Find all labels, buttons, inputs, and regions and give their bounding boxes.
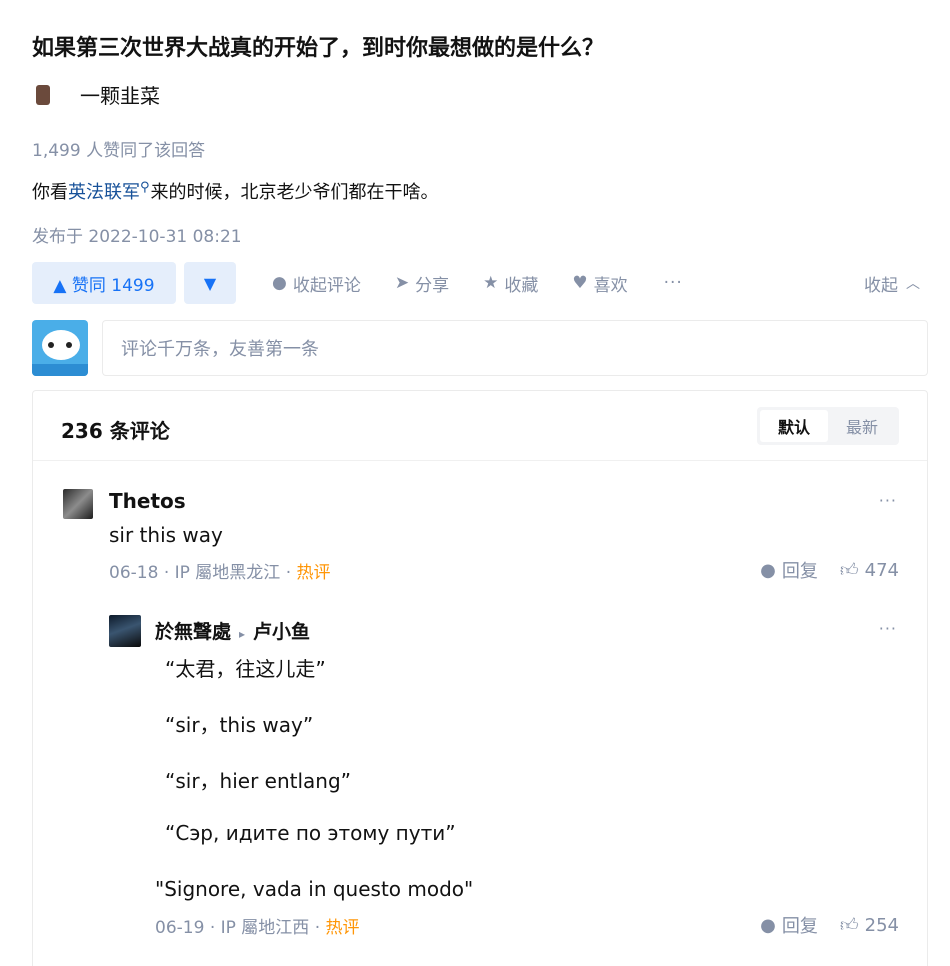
like-count: 254 — [864, 914, 899, 936]
comment-date: 06-19 — [155, 918, 205, 938]
comment-bubble-icon: ● — [760, 559, 776, 581]
collapse-label: 收起 — [864, 275, 898, 296]
comment-bubble-icon: ● — [272, 273, 287, 293]
paper-plane-icon: ➤ — [394, 273, 410, 293]
comment-line: "Signore, vada in questo modo" — [155, 877, 474, 901]
favorite-label: 收藏 — [504, 275, 539, 296]
downvote-button[interactable]: ▼ — [184, 262, 236, 304]
reply-to-author[interactable]: 卢小鱼 — [253, 621, 310, 643]
comment-meta: 06-19 · IP 屬地江西 · 热评 — [155, 918, 360, 938]
comments-header: 236 条评论 默认 最新 — [33, 391, 927, 461]
avatar[interactable] — [109, 615, 141, 647]
collapse-comments-button[interactable]: ● 收起评论 — [272, 271, 361, 296]
like-button[interactable]: ♥ 喜欢 — [572, 271, 627, 296]
like-label: 喜欢 — [593, 275, 628, 296]
publish-time: 发布于 2022-10-31 08:21 — [32, 227, 242, 247]
sort-latest-tab[interactable]: 最新 — [828, 410, 896, 442]
avatar[interactable] — [63, 489, 93, 519]
comment-ip: IP 屬地黑龙江 — [174, 563, 281, 583]
comment-author[interactable]: 於無聲處 — [155, 621, 231, 643]
answer-action-bar: ▲ 赞同 1499 ▼ ● 收起评论 ➤ 分享 ★ 收藏 ♥ 喜欢 ··· 收起… — [32, 262, 920, 304]
comment-line: “Сэр, идите по этому пути” — [165, 821, 456, 845]
comment-text: sir this way — [109, 523, 223, 547]
comment-author[interactable]: Thetos — [109, 489, 186, 513]
reply-button[interactable]: 回复 — [782, 557, 818, 583]
hot-comment-badge: 热评 — [296, 563, 331, 583]
collapse-comments-label: 收起评论 — [292, 275, 361, 296]
comment-more-button[interactable]: ··· — [879, 619, 897, 638]
comment-more-button[interactable]: ··· — [879, 491, 897, 510]
comment-bubble-icon: ● — [760, 914, 776, 936]
star-icon: ★ — [483, 273, 499, 293]
comments-sort-switch: 默认 最新 — [756, 407, 899, 445]
comment-line: “sir，hier entlang” — [165, 769, 352, 793]
thumbs-up-icon[interactable]: 👍︎ — [840, 559, 859, 581]
comment-ip: IP 屬地江西 — [220, 918, 310, 938]
author-name[interactable]: 一颗韭菜 — [80, 80, 160, 109]
share-label: 分享 — [415, 275, 450, 296]
answer-content: 你看英法联军⚲来的时候，北京老少爷们都在干啥。 — [32, 178, 439, 204]
comment-meta: 06-18 · IP 屬地黑龙江 · 热评 — [109, 563, 331, 583]
upvote-button[interactable]: ▲ 赞同 1499 — [32, 262, 176, 304]
comment-actions: ● 回复 👍︎ 474 — [760, 557, 899, 583]
comment-date: 06-18 — [109, 563, 159, 583]
hot-comment-badge: 热评 — [325, 918, 360, 938]
comment-line: “太君，往这儿走” — [165, 657, 326, 681]
answer-keyword-link[interactable]: 英法联军 — [68, 182, 140, 203]
reply-button[interactable]: 回复 — [782, 912, 818, 938]
author-avatar[interactable] — [36, 84, 50, 105]
reply-header: 於無聲處 ▸ 卢小鱼 — [155, 617, 310, 644]
reply-arrow-icon: ▸ — [239, 627, 246, 641]
sort-default-tab[interactable]: 默认 — [759, 410, 828, 442]
comment-line: “sir，this way” — [165, 713, 314, 737]
comment-input[interactable]: 评论千万条，友善第一条 — [102, 320, 928, 376]
answer-text-before: 你看 — [32, 182, 68, 203]
answer-author[interactable]: 一颗韭菜 — [36, 80, 160, 109]
current-user-avatar[interactable] — [32, 320, 88, 376]
comments-panel: 236 条评论 默认 最新 Thetos ··· sir this way 06… — [32, 390, 928, 966]
answer-text-after: 来的时候，北京老少爷们都在干啥。 — [150, 182, 439, 203]
heart-icon: ♥ — [572, 273, 588, 293]
question-title[interactable]: 如果第三次世界大战真的开始了，到时你最想做的是什么？ — [32, 30, 604, 62]
comments-count: 236 条评论 — [61, 419, 170, 443]
like-count: 474 — [864, 559, 899, 581]
comment-actions: ● 回复 👍︎ 254 — [760, 912, 899, 938]
favorite-button[interactable]: ★ 收藏 — [483, 271, 538, 296]
collapse-answer-button[interactable]: 收起 ︿ — [864, 262, 920, 304]
share-button[interactable]: ➤ 分享 — [395, 271, 449, 296]
more-button[interactable]: ··· — [664, 273, 683, 293]
thumbs-up-icon[interactable]: 👍︎ — [840, 914, 859, 936]
search-icon[interactable]: ⚲ — [140, 180, 150, 195]
vote-count-text: 1,499 人赞同了该回答 — [32, 141, 206, 161]
comment-compose: 评论千万条，友善第一条 — [32, 320, 928, 376]
chevron-up-icon: ︿ — [906, 276, 920, 292]
